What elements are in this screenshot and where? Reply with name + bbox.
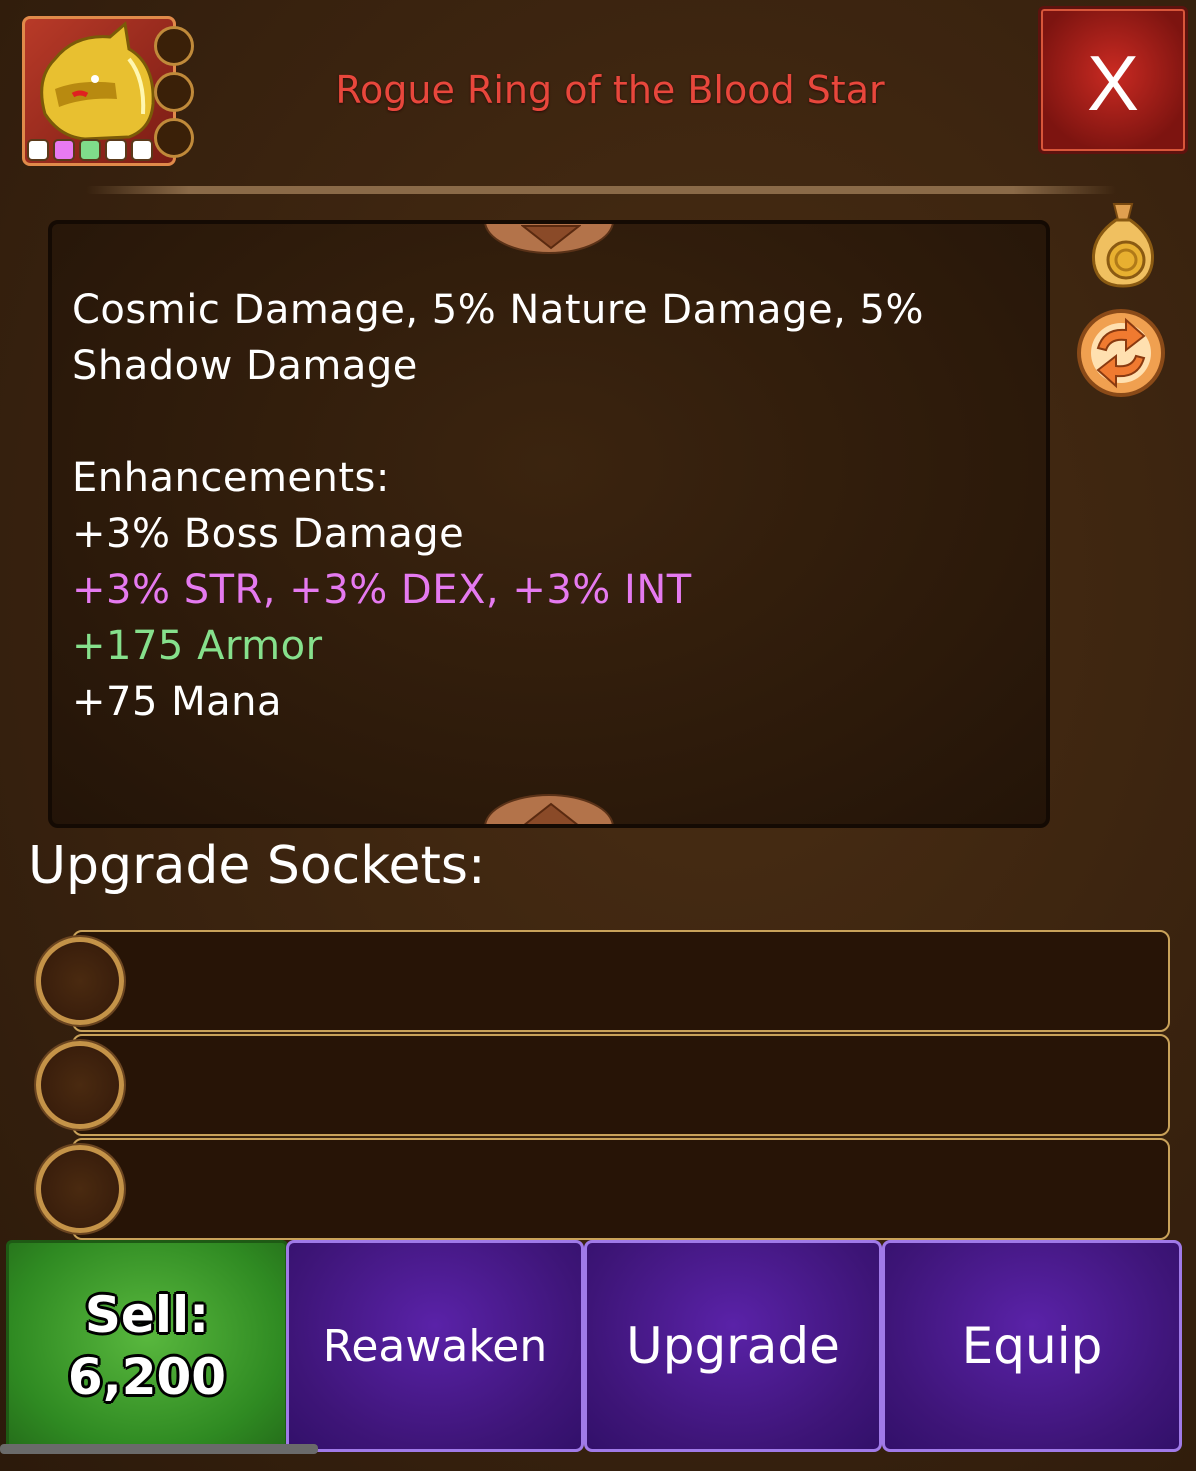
item-detail-panel: Rogue Ring of the Blood Star X Cosmic Da… (0, 0, 1196, 1471)
enhancements-heading: Enhancements: (72, 455, 390, 501)
item-title: Rogue Ring of the Blood Star (335, 68, 885, 112)
enhancement-line: +175 Armor (72, 623, 323, 669)
socket-slot[interactable] (36, 1145, 124, 1233)
item-gem-slots (154, 26, 194, 158)
socket-slot[interactable] (36, 1041, 124, 1129)
socket-slot[interactable] (36, 937, 124, 1025)
tier-dot (131, 139, 153, 161)
item-description-box[interactable]: Cosmic Damage, 5% Nature Damage, 5% Shad… (48, 220, 1050, 828)
sell-button[interactable]: Sell: 6,200 (6, 1240, 288, 1452)
enhancement-line: +3% Boss Damage (72, 511, 465, 557)
tier-dot (79, 139, 101, 161)
sell-label: Sell: (84, 1286, 210, 1344)
socket-row[interactable] (72, 1138, 1170, 1240)
scroll-up-button[interactable] (484, 224, 614, 254)
upgrade-button[interactable]: Upgrade (584, 1240, 882, 1452)
gold-bag-icon[interactable] (1086, 198, 1160, 294)
upgrade-sockets-label: Upgrade Sockets: (28, 836, 486, 896)
scrollbar[interactable] (0, 1444, 318, 1454)
description-line (72, 394, 1032, 450)
arrow-down-icon (521, 225, 581, 250)
arrow-up-icon (523, 802, 579, 824)
gem-slot (154, 26, 194, 66)
equip-button[interactable]: Equip (882, 1240, 1182, 1452)
gem-slot (154, 72, 194, 112)
gem-slot (154, 118, 194, 158)
header-divider (86, 186, 1116, 194)
item-description: Cosmic Damage, 5% Nature Damage, 5% Shad… (72, 282, 1032, 730)
socket-row[interactable] (72, 930, 1170, 1032)
description-line: Cosmic Damage, 5% Nature Damage, 5% (72, 287, 924, 333)
item-portrait (22, 16, 176, 166)
scroll-down-button[interactable] (484, 794, 614, 824)
reawaken-button[interactable]: Reawaken (286, 1240, 584, 1452)
enhancement-line: +3% STR, +3% DEX, +3% INT (72, 567, 692, 613)
swap-arrows-icon[interactable] (1074, 306, 1168, 404)
tier-dot (27, 139, 49, 161)
socket-row[interactable] (72, 1034, 1170, 1136)
tier-dot (53, 139, 75, 161)
description-line: Shadow Damage (72, 343, 418, 389)
tier-indicators (27, 139, 153, 161)
close-button[interactable]: X (1038, 6, 1188, 154)
enhancement-line: +75 Mana (72, 679, 283, 725)
sell-value: 6,200 (67, 1348, 227, 1406)
tier-dot (105, 139, 127, 161)
